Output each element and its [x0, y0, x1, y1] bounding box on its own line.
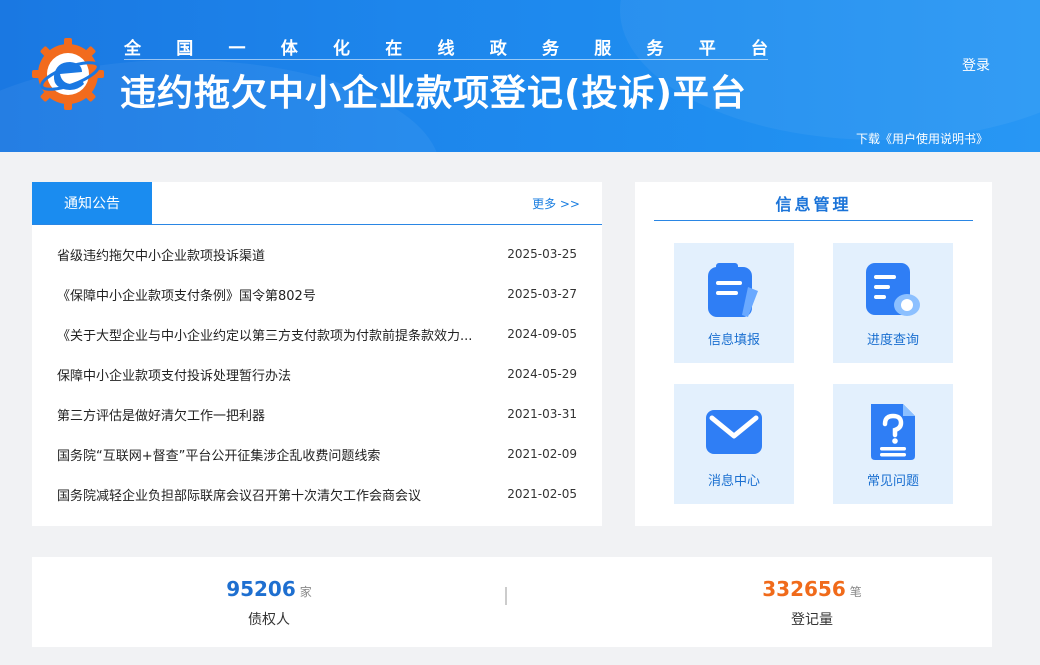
notice-item[interactable]: 省级违约拖欠中小企业款项投诉渠道 2025-03-25	[32, 234, 602, 274]
notice-date: 2025-03-25	[507, 247, 577, 261]
page-title: 违约拖欠中小企业款项登记(投诉)平台	[120, 73, 747, 114]
notice-title[interactable]: 国务院“互联网+督查”平台公开征集涉企乱收费问题线索	[57, 445, 380, 464]
progress-search-icon	[866, 263, 920, 316]
notice-title[interactable]: 第三方评估是做好清欠工作一把利器	[57, 405, 265, 424]
site-header: 全 国 一 体 化 在 线 政 务 服 务 平 台 违约拖欠中小企业款项登记(投…	[0, 0, 1040, 152]
subtitle-char: 体	[280, 39, 298, 59]
subtitle-char: 线	[437, 39, 455, 59]
notice-date: 2024-05-29	[507, 367, 577, 381]
tile-info-fill[interactable]: 信息填报	[674, 243, 794, 363]
notice-date: 2021-03-31	[507, 407, 577, 421]
tile-message-center[interactable]: 消息中心	[674, 384, 794, 504]
notice-title[interactable]: 国务院减轻企业负担部际联席会议召开第十次清欠工作会商会议	[57, 485, 421, 504]
more-notices-link[interactable]: 更多 >>	[532, 195, 580, 212]
subtitle-char: 务	[646, 39, 664, 59]
subtitle-char: 一	[228, 39, 246, 59]
platform-subtitle: 全 国 一 体 化 在 线 政 务 服 务 平 台	[124, 34, 768, 59]
registrations-label: 登记量	[791, 612, 833, 628]
subtitle-divider	[124, 59, 768, 60]
stat-creditors: 95206 家 债权人	[169, 577, 369, 629]
notice-item[interactable]: 第三方评估是做好清欠工作一把利器 2021-03-31	[32, 394, 602, 434]
notice-tabbar: 通知公告 更多 >>	[32, 182, 602, 225]
tile-faq[interactable]: 常见问题	[833, 384, 953, 504]
subtitle-char: 化	[333, 39, 350, 59]
notice-title[interactable]: 省级违约拖欠中小企业款项投诉渠道	[57, 245, 265, 264]
notice-date: 2025-03-27	[507, 287, 577, 301]
tile-progress-query[interactable]: 进度查询	[833, 243, 953, 363]
creditors-label: 债权人	[248, 612, 290, 628]
subtitle-char: 台	[751, 39, 768, 59]
notice-date: 2021-02-05	[507, 487, 577, 501]
notice-item[interactable]: 《保障中小企业款项支付条例》国令第802号 2025-03-27	[32, 274, 602, 314]
mail-icon	[706, 410, 762, 454]
stats-panel: 95206 家 债权人 332656 笔 登记量	[32, 557, 992, 647]
stat-registrations: 332656 笔 登记量	[712, 577, 912, 629]
subtitle-char: 政	[489, 39, 507, 59]
registrations-unit: 笔	[849, 585, 862, 599]
subtitle-char: 在	[385, 39, 403, 59]
notice-item[interactable]: 国务院减轻企业负担部际联席会议召开第十次清欠工作会商会议 2021-02-05	[32, 474, 602, 514]
notice-title[interactable]: 《保障中小企业款项支付条例》国令第802号	[57, 285, 316, 304]
login-link[interactable]: 登录	[962, 55, 990, 75]
download-manual-link[interactable]: 下载《用户使用说明书》	[856, 130, 988, 147]
subtitle-char: 平	[698, 39, 716, 59]
creditors-count: 95206	[226, 577, 296, 601]
notice-item[interactable]: 保障中小企业款项支付投诉处理暂行办法 2024-05-29	[32, 354, 602, 394]
notice-date: 2024-09-05	[507, 327, 577, 341]
creditors-unit: 家	[299, 585, 312, 599]
subtitle-char: 全	[124, 39, 141, 59]
info-title-divider	[654, 220, 973, 221]
notice-title[interactable]: 《关于大型企业与中小企业约定以第三方支付款项为付款前提条款效力...	[57, 325, 472, 344]
tile-label: 进度查询	[866, 333, 919, 348]
notice-title[interactable]: 保障中小企业款项支付投诉处理暂行办法	[57, 365, 291, 384]
notice-item[interactable]: 《关于大型企业与中小企业约定以第三方支付款项为付款前提条款效力... 2024-…	[32, 314, 602, 354]
info-management-title: 信息管理	[775, 195, 852, 214]
notice-item[interactable]: 国务院“互联网+督查”平台公开征集涉企乱收费问题线索 2021-02-09	[32, 434, 602, 474]
tile-label: 常见问题	[866, 474, 919, 489]
tile-label: 消息中心	[707, 474, 760, 489]
notice-list: 省级违约拖欠中小企业款项投诉渠道 2025-03-25 《保障中小企业款项支付条…	[32, 234, 602, 514]
edit-form-icon	[708, 263, 758, 317]
notice-panel: 通知公告 更多 >> 省级违约拖欠中小企业款项投诉渠道 2025-03-25 《…	[32, 182, 602, 526]
subtitle-char: 国	[176, 39, 194, 59]
stats-divider	[505, 587, 507, 605]
registrations-count: 332656	[762, 577, 846, 601]
subtitle-char: 服	[594, 39, 612, 59]
info-management-panel: 信息管理 信息填报 进度查询 消息中心 常见问题	[635, 182, 992, 526]
notice-date: 2021-02-09	[507, 447, 577, 461]
platform-logo-icon	[32, 38, 104, 110]
subtitle-char: 务	[542, 39, 559, 59]
tab-notices[interactable]: 通知公告	[32, 182, 152, 224]
tile-label: 信息填报	[707, 333, 760, 348]
faq-document-icon	[871, 404, 915, 460]
